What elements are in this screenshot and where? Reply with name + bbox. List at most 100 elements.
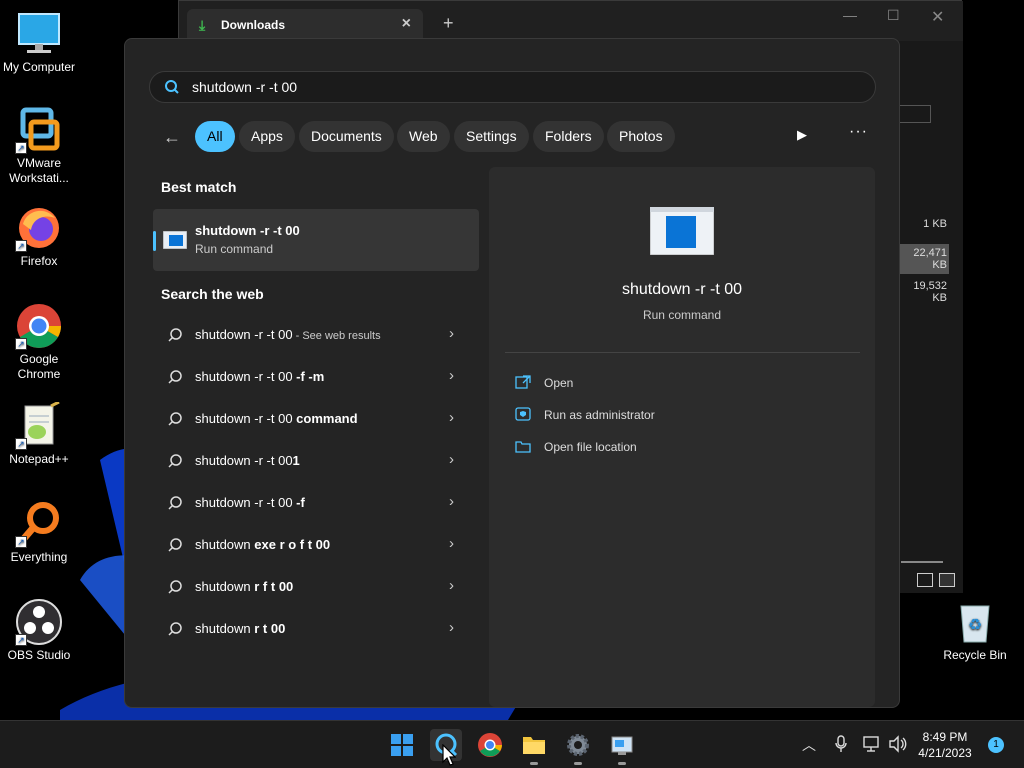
mouse-cursor-icon [442, 744, 456, 766]
action-label: Run as administrator [544, 408, 655, 422]
folder-icon [515, 441, 531, 453]
details-view-icon[interactable] [917, 573, 933, 587]
running-indicator [618, 762, 626, 765]
svg-text:♻: ♻ [968, 615, 982, 634]
minimize-button[interactable]: — [843, 7, 857, 23]
tiles-view-icon[interactable] [939, 573, 955, 587]
desktop-icon-firefox[interactable]: ↗ Firefox [2, 204, 76, 269]
maximize-button[interactable]: ☐ [887, 7, 900, 24]
desktop-icon-chrome[interactable]: ↗ Google Chrome [2, 302, 76, 382]
clock-time: 8:49 PM [922, 730, 968, 744]
chevron-right-icon: › [449, 325, 454, 342]
search-input[interactable]: shutdown -r -t 00 [192, 79, 297, 95]
everything-icon: ↗ [15, 500, 63, 548]
desktop-icon-everything[interactable]: ↗ Everything [2, 500, 76, 565]
filter-documents[interactable]: Documents [299, 121, 394, 152]
obs-icon: ↗ [15, 598, 63, 646]
web-result[interactable]: shutdown -r -t 001 › [153, 441, 479, 481]
horizontal-scrollbar[interactable] [901, 561, 943, 563]
search-icon [168, 580, 182, 594]
running-indicator [574, 762, 582, 765]
taskbar-clock[interactable]: 8:49 PM 4/21/2023 [908, 729, 982, 761]
desktop-icon-recycle-bin[interactable]: ♻ Recycle Bin [938, 598, 1012, 663]
chevron-right-icon: › [449, 493, 454, 510]
web-result-text: shutdown [195, 537, 255, 552]
search-box[interactable]: shutdown -r -t 00 [149, 71, 876, 103]
file-explorer-taskbar-button[interactable] [518, 729, 550, 765]
vmware-icon: ↗ [15, 106, 63, 154]
desktop-icon-notepadpp[interactable]: ↗ Notepad++ [2, 400, 76, 467]
shortcut-arrow-icon: ↗ [15, 438, 27, 450]
settings-taskbar-button[interactable] [562, 729, 594, 765]
search-icon [165, 80, 179, 94]
back-arrow-icon[interactable]: ← [163, 127, 181, 148]
search-icon [168, 538, 182, 552]
web-result-completion: r f t 00 [254, 579, 294, 594]
new-tab-button[interactable]: + [443, 13, 454, 34]
see-web-results-text: - See web results [292, 330, 381, 342]
close-tab-icon[interactable]: × [402, 15, 411, 33]
explorer-tab-downloads[interactable]: ⤓ Downloads × [187, 9, 423, 41]
filter-settings[interactable]: Settings [454, 121, 529, 152]
chrome-taskbar-button[interactable] [474, 729, 506, 761]
preview-title: shutdown -r -t 00 [621, 281, 743, 298]
chevron-up-icon[interactable]: ︿ [802, 735, 816, 755]
desktop-icon-label: Everything [10, 550, 68, 564]
web-result[interactable]: shutdown -r -t 00 - See web results › [153, 315, 479, 355]
more-options-icon[interactable]: ··· [849, 123, 868, 141]
desktop-icon-label: Firefox [20, 254, 58, 268]
web-result[interactable]: shutdown r f t 00 › [153, 567, 479, 607]
best-match-title: shutdown -r -t 00 [195, 223, 300, 238]
web-result[interactable]: shutdown -r -t 00 command › [153, 399, 479, 439]
open-external-icon [515, 375, 531, 389]
filter-apps[interactable]: Apps [239, 121, 295, 152]
close-window-button[interactable]: ✕ [931, 7, 944, 27]
web-result-completion: 1 [292, 453, 300, 468]
action-label: Open file location [544, 440, 637, 454]
chevron-right-icon: › [449, 619, 454, 636]
microphone-icon[interactable] [834, 735, 848, 756]
web-result-text: shutdown -r -t 00 [195, 327, 293, 342]
web-result[interactable]: shutdown -r -t 00 -f -m › [153, 357, 479, 397]
web-result-text: shutdown -r -t 00 [195, 369, 297, 384]
desktop-icon-my-computer[interactable]: My Computer [2, 10, 76, 75]
filter-folders[interactable]: Folders [533, 121, 604, 152]
running-indicator [530, 762, 538, 765]
search-icon [168, 622, 182, 636]
explorer-content [899, 41, 963, 593]
play-more-filters-icon[interactable]: ▶ [797, 127, 807, 143]
web-result[interactable]: shutdown exe r o f t 00 › [153, 525, 479, 565]
shortcut-arrow-icon: ↗ [15, 634, 27, 646]
firefox-icon: ↗ [15, 204, 63, 252]
run-command-large-icon [650, 207, 714, 255]
shortcut-arrow-icon: ↗ [15, 142, 27, 154]
windows-start-icon[interactable] [386, 729, 418, 761]
web-result-text: shutdown [195, 579, 255, 594]
network-icon[interactable] [862, 735, 882, 756]
web-result[interactable]: shutdown r t 00 › [153, 609, 479, 649]
filter-web[interactable]: Web [397, 121, 450, 152]
web-result[interactable]: shutdown -r -t 00 -f › [153, 483, 479, 523]
filter-photos[interactable]: Photos [607, 121, 675, 152]
web-result-text: shutdown -r -t 00 [195, 495, 297, 510]
web-result-completion: -f [296, 495, 305, 510]
web-result-completion: exe r o f t 00 [254, 537, 331, 552]
filter-all[interactable]: All [195, 121, 235, 152]
desktop-icon-vmware[interactable]: ↗ VMware Workstati... [2, 106, 76, 186]
desktop-icon-label: Google Chrome [17, 352, 61, 381]
volume-icon[interactable] [888, 735, 908, 756]
notification-badge[interactable]: 1 [988, 737, 1004, 753]
download-icon: ⤓ [199, 17, 206, 33]
explorer-tab-title: Downloads [221, 18, 286, 32]
preview-pane: shutdown -r -t 00 Run command Open Run a… [489, 167, 875, 707]
explorer-search-box[interactable] [899, 105, 931, 123]
web-result-text: shutdown -r -t 00 [195, 411, 297, 426]
best-match-item[interactable]: shutdown -r -t 00 Run command [153, 209, 479, 271]
file-size: 19,532 KB [913, 280, 947, 304]
shield-admin-icon [515, 407, 531, 421]
settings-icon [567, 734, 589, 756]
control-panel-icon [611, 736, 633, 755]
control-panel-taskbar-button[interactable] [606, 729, 638, 765]
search-icon [168, 496, 182, 510]
desktop-icon-obs[interactable]: ↗ OBS Studio [2, 598, 76, 663]
